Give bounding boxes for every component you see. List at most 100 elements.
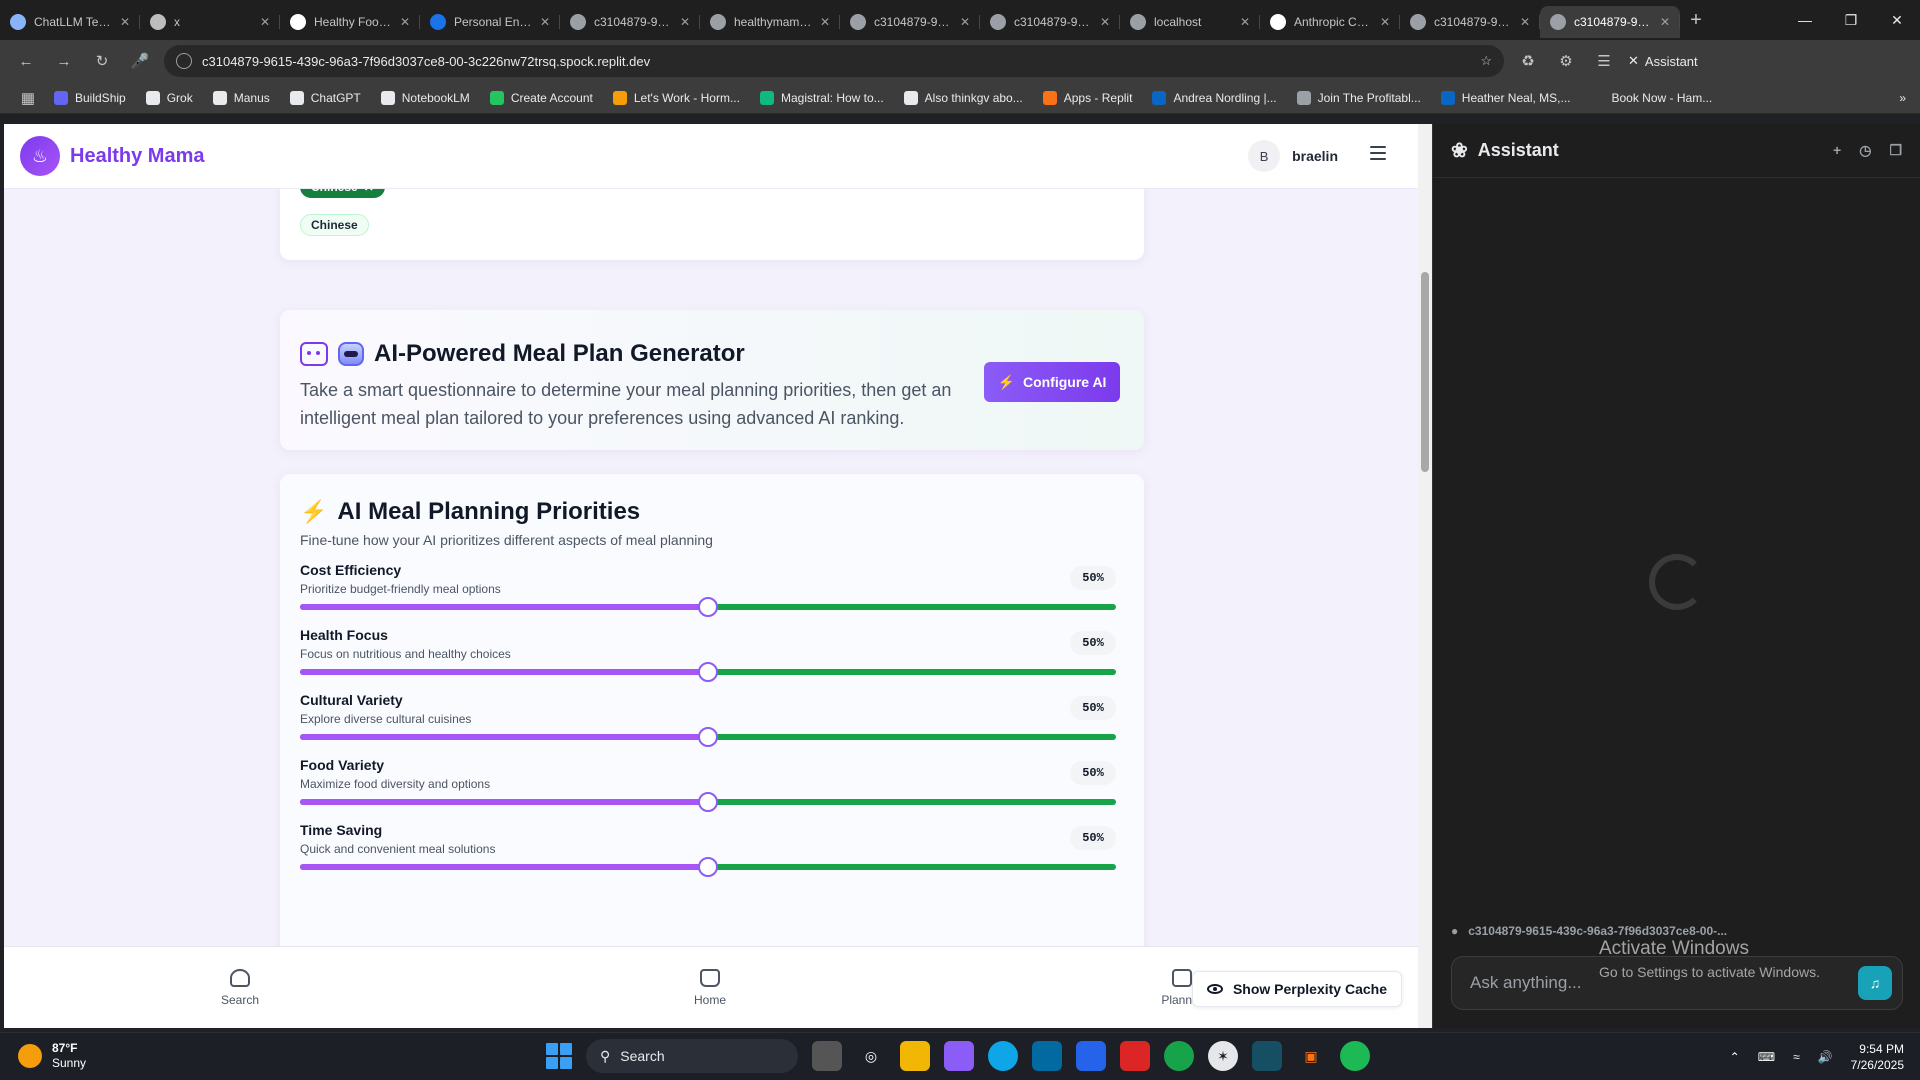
back-icon[interactable]: ← (12, 47, 40, 75)
edge-icon[interactable] (988, 1041, 1018, 1071)
browser-tab[interactable]: Healthy Food (@ ✕ (280, 6, 420, 38)
chatgpt-app-icon[interactable]: ✶ (1208, 1041, 1238, 1071)
tab-close-icon[interactable]: ✕ (960, 15, 970, 29)
cuisine-option-chip[interactable]: Chinese (300, 214, 369, 236)
slider-thumb[interactable] (698, 662, 718, 682)
bookmark-item[interactable]: ChatGPT (282, 87, 369, 109)
page-scrollbar[interactable] (1418, 124, 1432, 1028)
taskbar-search[interactable]: ⚲ Search (586, 1039, 798, 1073)
bookmark-item[interactable]: Book Now - Ham... (1583, 87, 1721, 109)
clock[interactable]: 9:54 PM 7/26/2025 (1851, 1041, 1904, 1073)
bookmark-item[interactable]: Apps - Replit (1035, 87, 1141, 109)
tab-close-icon[interactable]: ✕ (820, 15, 830, 29)
tab-close-icon[interactable]: ✕ (1100, 15, 1110, 29)
browser-tab[interactable]: Anthropic Consol ✕ (1260, 6, 1400, 38)
browser-tab[interactable]: c3104879-9615-4 ✕ (980, 6, 1120, 38)
close-window-button[interactable]: ✕ (1874, 0, 1920, 40)
bookmark-item[interactable]: Heather Neal, MS,... (1433, 87, 1579, 109)
slider-thumb[interactable] (698, 727, 718, 747)
browser-tab[interactable]: healthymama.con ✕ (700, 6, 840, 38)
apps-grid-icon[interactable]: ▦ (14, 84, 42, 112)
show-perplexity-cache-button[interactable]: Show Perplexity Cache (1191, 971, 1402, 1007)
bookmark-item[interactable]: NotebookLM (373, 87, 478, 109)
tab-close-icon[interactable]: ✕ (400, 15, 410, 29)
bowl-logo-icon[interactable]: ♨ (20, 136, 60, 176)
voice-mode-button[interactable]: ♫ (1858, 966, 1892, 1000)
bookmark-item[interactable]: Create Account (482, 87, 601, 109)
browser-tab[interactable]: c3104879-9615-4 ✕ (1400, 6, 1540, 38)
photos-icon[interactable] (1076, 1041, 1106, 1071)
bookmark-item[interactable]: Andrea Nordling |... (1144, 87, 1284, 109)
microphone-icon[interactable]: 🎤 (126, 47, 154, 75)
tab-close-icon[interactable]: ✕ (120, 15, 130, 29)
browser-tab[interactable]: c3104879-9615-4 ✕ (1540, 6, 1680, 38)
copilot-icon[interactable] (944, 1041, 974, 1071)
more-bookmarks-icon[interactable]: » (1899, 91, 1906, 105)
tab-close-icon[interactable]: ✕ (1520, 15, 1530, 29)
puzzle-icon[interactable]: ⚙ (1552, 47, 1580, 75)
tab-close-icon[interactable]: ✕ (1660, 15, 1670, 29)
forward-icon[interactable]: → (50, 47, 78, 75)
volume-icon[interactable]: 🔊 (1818, 1050, 1833, 1064)
anydesk-icon[interactable] (1120, 1041, 1150, 1071)
priority-slider[interactable] (300, 597, 1116, 617)
browser-tab[interactable]: Personal Energy / ✕ (420, 6, 560, 38)
new-chat-icon[interactable]: + (1833, 142, 1841, 159)
slider-thumb[interactable] (698, 792, 718, 812)
priority-slider[interactable] (300, 857, 1116, 877)
extension-icon[interactable]: ♻ (1514, 47, 1542, 75)
configure-ai-button[interactable]: ⚡ Configure AI (984, 362, 1120, 402)
nav-search[interactable]: Search (200, 969, 280, 1007)
weather-widget[interactable]: 87°F Sunny (18, 1041, 86, 1071)
star-icon[interactable]: ☆ (1480, 53, 1492, 69)
priority-slider[interactable] (300, 792, 1116, 812)
browser-tab[interactable]: c3104879-9615-4 ✕ (560, 6, 700, 38)
brand-name[interactable]: Healthy Mama (70, 145, 205, 168)
replit-icon[interactable]: ▣ (1296, 1041, 1326, 1071)
tab-close-icon[interactable]: ✕ (260, 15, 270, 29)
slider-thumb[interactable] (698, 597, 718, 617)
tab-close-icon[interactable]: ✕ (540, 15, 550, 29)
browser-tab[interactable]: localhost ✕ (1120, 6, 1260, 38)
new-tab-button[interactable]: + (1680, 4, 1712, 36)
minimize-button[interactable]: — (1782, 0, 1828, 40)
browser-tab[interactable]: x ✕ (140, 6, 280, 38)
slider-thumb[interactable] (698, 857, 718, 877)
tab-close-icon[interactable]: ✕ (1240, 15, 1250, 29)
task-view-icon[interactable] (812, 1041, 842, 1071)
expand-icon[interactable]: ❐ (1889, 142, 1902, 159)
browser-tab[interactable]: c3104879-9615-4 ✕ (840, 6, 980, 38)
outlook-icon[interactable] (1032, 1041, 1062, 1071)
perplexity-app-icon[interactable]: ◎ (856, 1041, 886, 1071)
hamburger-menu-icon[interactable] (1370, 146, 1386, 164)
assistant-context[interactable]: ● c3104879-9615-439c-96a3-7f96d3037ce8-0… (1451, 924, 1903, 938)
tab-close-icon[interactable]: ✕ (1380, 15, 1390, 29)
priority-slider[interactable] (300, 662, 1116, 682)
bookmark-item[interactable]: Let's Work - Horm... (605, 87, 748, 109)
comet-browser-icon[interactable] (1252, 1041, 1282, 1071)
reading-list-icon[interactable]: ☰ (1590, 47, 1618, 75)
bookmark-item[interactable]: Magistral: How to... (752, 87, 892, 109)
address-bar[interactable]: c3104879-9615-439c-96a3-7f96d3037ce8-00-… (164, 45, 1504, 77)
priority-slider[interactable] (300, 727, 1116, 747)
assistant-toggle-button[interactable]: ✕ Assistant (1628, 53, 1698, 69)
history-icon[interactable]: ◷ (1859, 142, 1871, 159)
wifi-icon[interactable]: ≈ (1793, 1050, 1800, 1064)
keyboard-icon[interactable]: ⌨ (1758, 1050, 1775, 1064)
site-info-icon[interactable] (176, 53, 192, 69)
windows-start-icon[interactable] (546, 1043, 572, 1069)
nav-home[interactable]: Home (670, 969, 750, 1007)
chevron-up-icon[interactable]: ⌃ (1730, 1050, 1740, 1064)
restore-button[interactable]: ❐ (1828, 0, 1874, 40)
scrollbar-thumb[interactable] (1421, 272, 1429, 472)
bookmark-item[interactable]: Join The Profitabl... (1289, 87, 1429, 109)
tab-close-icon[interactable]: ✕ (680, 15, 690, 29)
bookmark-item[interactable]: BuildShip (46, 87, 134, 109)
reload-icon[interactable]: ↻ (88, 47, 116, 75)
bookmark-item[interactable]: Grok (138, 87, 201, 109)
bookmark-item[interactable]: Manus (205, 87, 278, 109)
chrome-icon[interactable] (1164, 1041, 1194, 1071)
file-explorer-icon[interactable] (900, 1041, 930, 1071)
user-menu[interactable]: B braelin (1248, 140, 1338, 172)
spotify-icon[interactable] (1340, 1041, 1370, 1071)
